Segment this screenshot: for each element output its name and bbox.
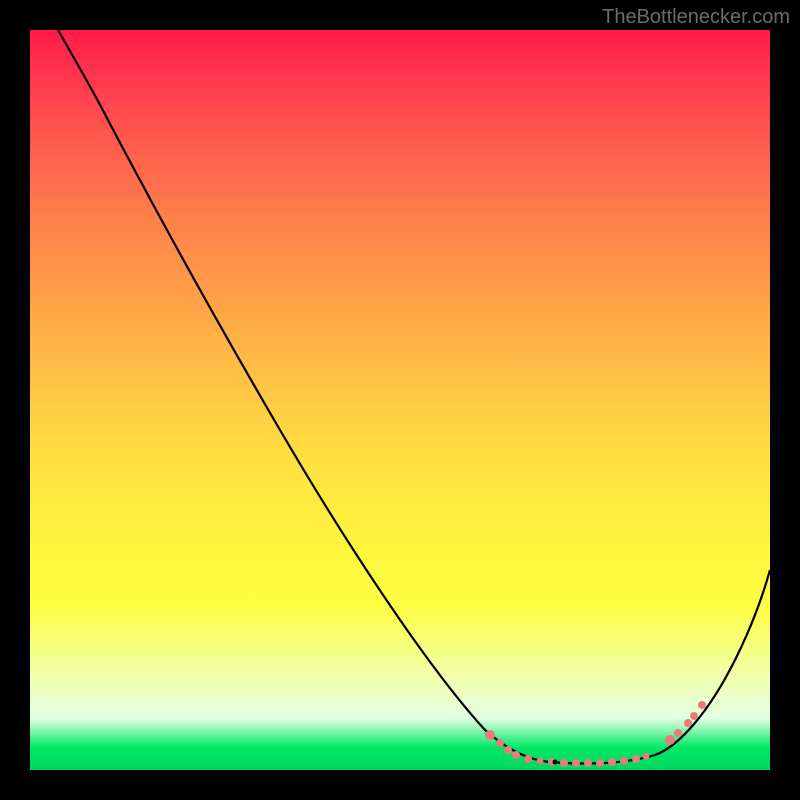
curve-layer	[30, 30, 770, 770]
min-point-marker	[553, 760, 558, 765]
recommended-range-markers	[485, 701, 706, 767]
watermark-text: TheBottlenecker.com	[602, 6, 790, 29]
bottleneck-curve-line	[58, 30, 770, 764]
plot-area	[30, 30, 770, 770]
